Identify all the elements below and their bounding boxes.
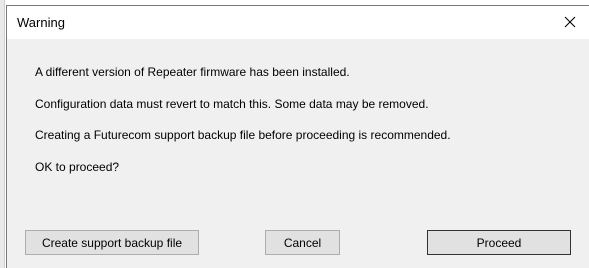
dialog-content: A different version of Repeater firmware… — [7, 39, 589, 268]
proceed-button[interactable]: Proceed — [427, 230, 571, 255]
cancel-button[interactable]: Cancel — [265, 230, 340, 255]
title-bar[interactable]: Warning — [7, 6, 589, 39]
screen: Warning A different version of Repeater … — [0, 0, 589, 268]
background-window-edge — [0, 0, 5, 268]
dialog-title: Warning — [17, 15, 65, 30]
message-line-1: A different version of Repeater firmware… — [35, 65, 350, 79]
close-button[interactable] — [557, 9, 583, 35]
close-icon — [564, 16, 576, 28]
message-line-3: Creating a Futurecom support backup file… — [35, 128, 451, 142]
create-support-backup-button[interactable]: Create support backup file — [25, 230, 199, 255]
message-line-2: Configuration data must revert to match … — [35, 97, 429, 111]
message-line-4: OK to proceed? — [35, 160, 120, 174]
warning-dialog: Warning A different version of Repeater … — [6, 5, 589, 268]
